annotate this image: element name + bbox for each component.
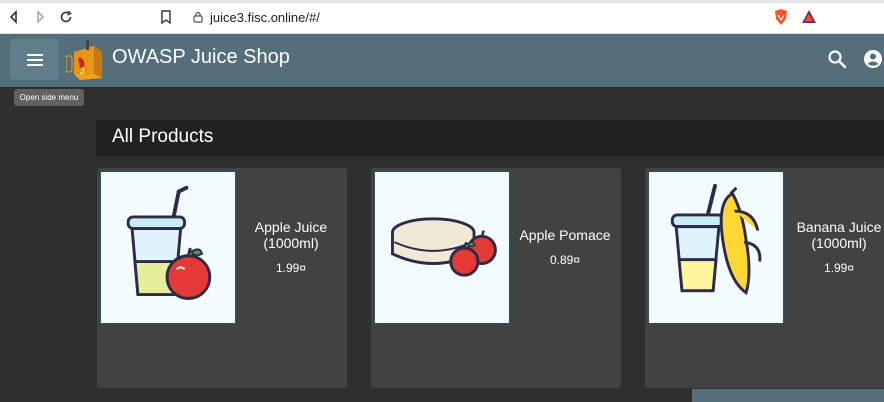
- banana-juice-image: [670, 183, 762, 295]
- products-heading-bar: All Products: [96, 120, 884, 156]
- forward-button[interactable]: [32, 9, 48, 25]
- product-card[interactable]: Apple Pomace 0.89¤: [371, 168, 621, 388]
- account-button[interactable]: [862, 48, 884, 70]
- brave-lion-icon: [775, 9, 787, 25]
- brave-shield-button[interactable]: [772, 8, 790, 26]
- product-price: 0.89¤: [549, 252, 581, 267]
- app-toolbar: J OWASP Juice Shop: [0, 34, 884, 87]
- address-bar[interactable]: juice3.fisc.online/#/: [182, 5, 852, 29]
- account-circle-icon: [864, 50, 882, 68]
- search-button[interactable]: [826, 48, 848, 70]
- browser-toolbar: juice3.fisc.online/#/: [0, 0, 884, 34]
- product-price: 1.99¤: [275, 260, 307, 275]
- product-image[interactable]: [99, 170, 237, 325]
- search-icon: [828, 50, 847, 69]
- lock-icon: [193, 11, 203, 23]
- product-info: Apple Juice (1000ml) 1.99¤: [237, 168, 345, 325]
- svg-text:J: J: [80, 66, 85, 76]
- back-button[interactable]: [6, 9, 22, 25]
- apple-pomace-image: [391, 217, 497, 277]
- brave-rewards-button[interactable]: [800, 8, 818, 26]
- product-price: 1.99¤: [823, 260, 855, 275]
- tab-strip: [0, 0, 884, 3]
- juice-shop-logo[interactable]: J: [65, 38, 106, 82]
- forward-arrow-icon: [37, 10, 45, 24]
- page-title: All Products: [112, 126, 214, 147]
- url-text: juice3.fisc.online/#/: [210, 9, 320, 25]
- apple-juice-image: [126, 185, 212, 300]
- back-arrow-icon: [9, 10, 17, 24]
- app-title[interactable]: OWASP Juice Shop: [112, 46, 290, 69]
- bookmark-icon: [161, 10, 171, 25]
- product-info: Banana Juice (1000ml) 1.99¤: [785, 168, 884, 325]
- product-name: Apple Juice (1000ml): [254, 218, 328, 251]
- rewards-triangle-icon: [802, 10, 816, 23]
- bookmark-button[interactable]: [160, 10, 172, 25]
- reload-button[interactable]: [58, 9, 74, 25]
- product-image[interactable]: [647, 170, 785, 325]
- product-image[interactable]: [373, 170, 511, 325]
- product-name: Apple Pomace: [519, 226, 611, 243]
- side-menu-button[interactable]: [10, 39, 59, 80]
- pagination-bar: [692, 389, 884, 402]
- product-card[interactable]: Apple Juice (1000ml) 1.99¤: [97, 168, 347, 388]
- reload-icon: [60, 10, 72, 23]
- product-name: Banana Juice (1000ml): [796, 218, 882, 251]
- hamburger-menu-icon: [26, 53, 43, 66]
- product-info: Apple Pomace 0.89¤: [511, 168, 619, 325]
- side-menu-tooltip: Open side menu: [14, 89, 84, 106]
- product-card[interactable]: Banana Juice (1000ml) 1.99¤: [645, 168, 884, 388]
- juice-carton-logo-icon: J: [65, 40, 102, 80]
